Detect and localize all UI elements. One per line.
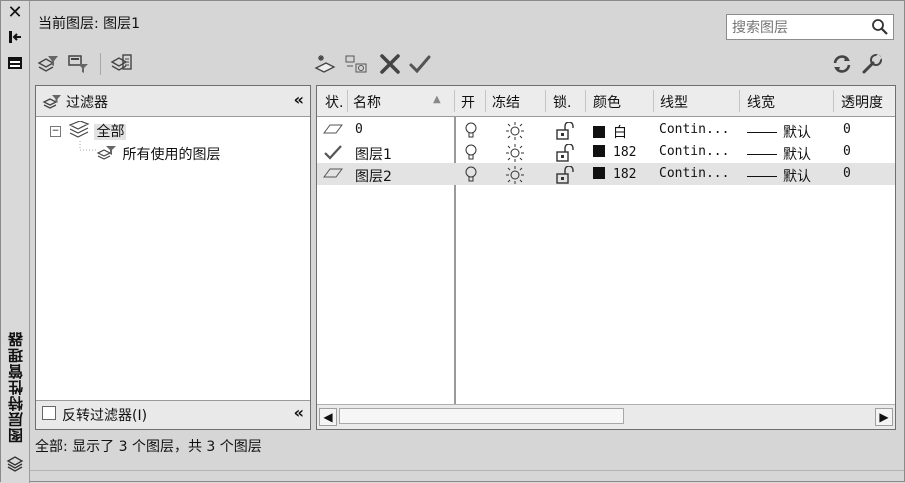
column-color[interactable]: 颜色 (593, 92, 621, 112)
tree-node-all[interactable]: 全部 (68, 120, 127, 141)
filter-icon (42, 92, 62, 116)
lineweight-label: 默认 (783, 169, 811, 185)
lineweight-line (747, 154, 777, 155)
tree-collapse-icon[interactable]: − (50, 126, 61, 137)
column-status[interactable]: 状. (325, 92, 343, 112)
collapse-filters-button-bottom[interactable]: « (294, 403, 304, 422)
filters-panel: 过滤器 « − 全部 所有使用的图层 反转过滤器(I) « (35, 85, 311, 430)
column-lineweight[interactable]: 线宽 (747, 92, 775, 112)
column-on[interactable]: 开 (461, 92, 475, 112)
linetype[interactable]: Contin... (659, 144, 729, 159)
properties-menu-icon[interactable] (6, 55, 24, 73)
tree-node-used-layers[interactable]: 所有使用的图层 (96, 144, 220, 164)
table-row[interactable]: 0 白 Contin... 默认 0 (317, 119, 895, 141)
delete-layer-icon[interactable] (378, 52, 402, 76)
search-icon[interactable] (871, 18, 889, 40)
color-cell[interactable]: 182 (593, 144, 636, 160)
lineweight-line (747, 132, 777, 133)
sort-ascending-icon: ▲ (433, 94, 441, 105)
color-label: 182 (613, 167, 637, 182)
search-input[interactable] (730, 16, 864, 40)
lineweight-cell[interactable]: 默认 (747, 144, 811, 164)
new-group-filter-icon[interactable] (66, 52, 90, 76)
transparency[interactable]: 0 (843, 122, 851, 137)
color-swatch (593, 145, 605, 157)
new-layer-icon[interactable] (314, 52, 338, 76)
linetype[interactable]: Contin... (659, 122, 729, 137)
layers-stack-icon (68, 120, 90, 138)
column-header-row: 状. 名称 ▲ 开 冻结 锁. 颜色 线型 线宽 透明度 (317, 86, 895, 117)
refresh-icon[interactable] (830, 52, 854, 76)
layer-states-manager-icon[interactable] (110, 52, 134, 76)
horizontal-scrollbar[interactable]: ◀ ▶ (317, 404, 895, 429)
invert-filter-checkbox[interactable] (42, 406, 56, 420)
linetype[interactable]: Contin... (659, 166, 729, 181)
filters-header: 过滤器 « (36, 86, 310, 117)
lineweight-label: 默认 (783, 147, 811, 163)
layer-list: 状. 名称 ▲ 开 冻结 锁. 颜色 线型 线宽 透明度 0 白 Contin.… (316, 85, 896, 430)
tree-node-label: 全部 (94, 124, 127, 140)
table-row[interactable]: 图层1 182 Contin... 默认 0 (317, 141, 895, 163)
set-current-icon[interactable] (408, 52, 432, 76)
column-freeze[interactable]: 冻结 (492, 92, 520, 112)
table-row-selected[interactable]: 图层2 182 Contin... 默认 0 (317, 163, 895, 185)
status-bar (30, 470, 904, 481)
color-swatch (593, 167, 605, 179)
lineweight-line (747, 176, 777, 177)
tree-connector (79, 141, 96, 151)
auto-hide-icon[interactable] (6, 29, 24, 47)
filters-title: 过滤器 (66, 95, 108, 111)
layer-name[interactable]: 图层1 (355, 144, 392, 164)
color-cell[interactable]: 白 (593, 122, 627, 142)
column-name[interactable]: 名称 (353, 92, 381, 112)
sun-icon[interactable] (506, 166, 524, 188)
lineweight-label: 默认 (783, 125, 811, 141)
lightbulb-on-icon[interactable] (464, 166, 478, 188)
lineweight-cell[interactable]: 默认 (747, 122, 811, 142)
palette-title-strip: ✕ 图层特性管理器 (1, 1, 30, 483)
column-linetype[interactable]: 线型 (660, 92, 688, 112)
layer-name[interactable]: 0 (355, 122, 363, 137)
filter-icon (96, 146, 116, 160)
palette-title: 图层特性管理器 (7, 331, 25, 443)
column-transparency[interactable]: 透明度 (841, 92, 883, 112)
invert-filter-label[interactable]: 反转过滤器(I) (62, 405, 147, 425)
settings-wrench-icon[interactable] (860, 52, 884, 76)
search-box[interactable] (726, 14, 894, 40)
color-label: 182 (613, 145, 637, 160)
layer-icon (323, 122, 343, 140)
layers-stack-icon (6, 455, 24, 477)
new-property-filter-icon[interactable] (36, 52, 60, 76)
scroll-left-icon[interactable]: ◀ (319, 408, 337, 426)
close-icon[interactable]: ✕ (6, 4, 24, 22)
collapse-filters-button[interactable]: « (294, 90, 304, 109)
transparency[interactable]: 0 (843, 144, 851, 159)
layer-icon (323, 166, 343, 184)
column-lock[interactable]: 锁. (553, 92, 571, 112)
filters-footer: 反转过滤器(I) « (36, 400, 310, 429)
main-area: 当前图层: 图层1 搜索图层 过滤器 « − 全部 所有使用的图层 反转过滤器(… (30, 1, 904, 481)
checkmark-icon (323, 144, 343, 164)
scroll-thumb[interactable] (339, 408, 624, 424)
layer-name[interactable]: 图层2 (355, 166, 392, 186)
transparency[interactable]: 0 (843, 166, 851, 181)
lineweight-cell[interactable]: 默认 (747, 166, 811, 186)
new-layer-vp-frozen-icon[interactable] (344, 52, 368, 76)
color-cell[interactable]: 182 (593, 166, 636, 182)
layer-properties-manager: ✕ 图层特性管理器 当前图层: 图层1 搜索图层 过滤器 « − 全部 所有使用… (0, 0, 905, 483)
color-swatch (593, 126, 605, 138)
unlock-icon[interactable] (555, 165, 577, 188)
current-layer-label: 当前图层: 图层1 (38, 16, 141, 32)
scroll-right-icon[interactable]: ▶ (875, 408, 893, 426)
tree-node-label: 所有使用的图层 (122, 147, 221, 163)
status-text: 全部: 显示了 3 个图层，共 3 个图层 (35, 439, 262, 455)
toolbar (30, 45, 904, 83)
color-label: 白 (613, 125, 627, 141)
